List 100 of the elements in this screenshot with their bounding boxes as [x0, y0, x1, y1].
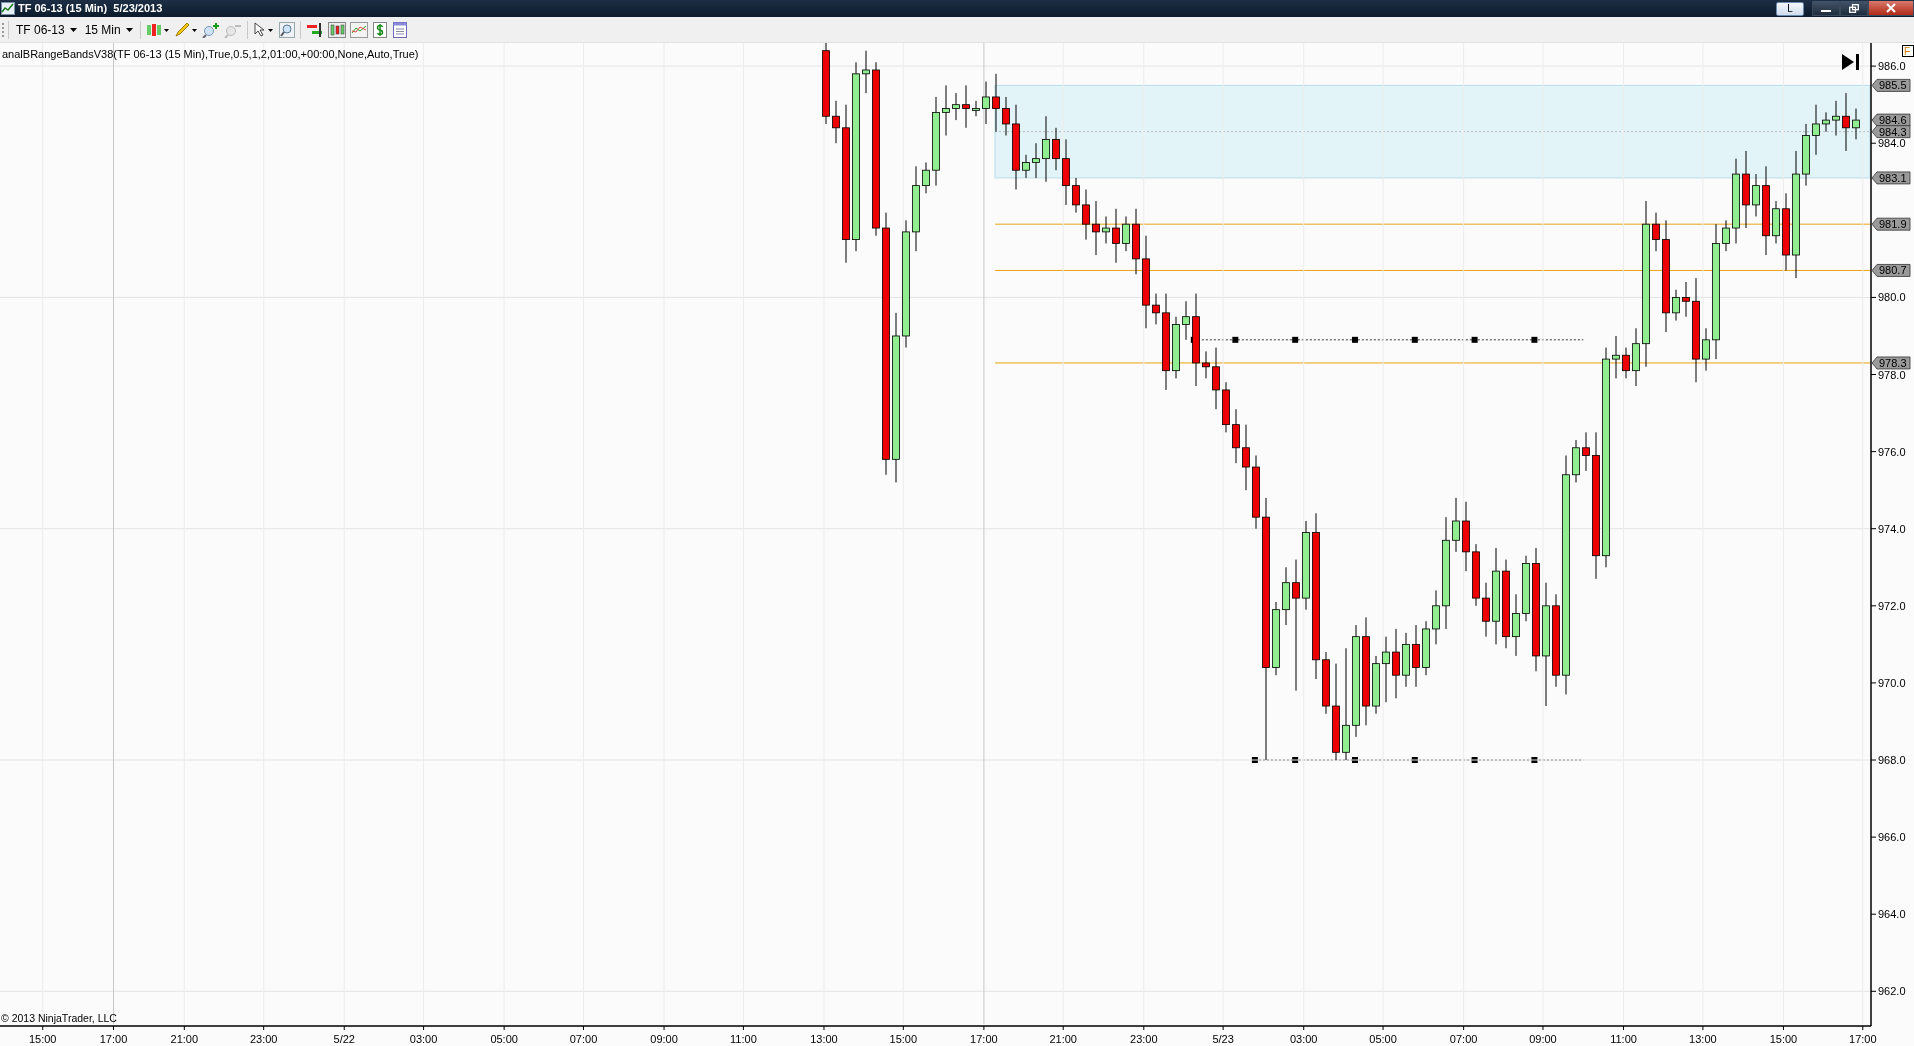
- candlestick: [1612, 335, 1620, 379]
- minimize-button[interactable]: [1812, 1, 1840, 16]
- candlestick: [1052, 127, 1060, 171]
- price-label: 986.0: [1878, 60, 1906, 73]
- price-label: 984.0: [1878, 137, 1906, 150]
- candlestick: [1672, 289, 1680, 322]
- price-label: 974.0: [1878, 522, 1906, 535]
- candlestick: [1042, 115, 1050, 183]
- price-label: 976.0: [1878, 445, 1906, 458]
- restore-icon: [1849, 3, 1859, 13]
- candlestick: [1112, 208, 1120, 264]
- candlestick: [1812, 104, 1820, 156]
- time-label: 05:00: [1369, 1033, 1397, 1045]
- candlestick: [862, 50, 870, 94]
- candlestick: [1002, 96, 1010, 137]
- instrument-dropdown[interactable]: TF 06-13: [12, 20, 81, 39]
- price-marker: 983.1: [1871, 171, 1911, 185]
- candlestick: [1482, 582, 1490, 638]
- time-label: 5/22: [333, 1033, 355, 1045]
- candlestick: [1702, 327, 1710, 372]
- time-label: 07:00: [569, 1033, 598, 1045]
- corner-label: F: [1902, 45, 1914, 57]
- time-label: 03:00: [1289, 1033, 1318, 1045]
- time-label: 17:00: [99, 1033, 128, 1045]
- candlestick: [1432, 589, 1440, 645]
- line-chart-button[interactable]: [347, 21, 370, 38]
- candlestick: [1622, 347, 1630, 379]
- time-label: 17:00: [1849, 1033, 1877, 1045]
- price-label: 970.0: [1878, 676, 1906, 689]
- price-label: 964.0: [1878, 908, 1906, 921]
- time-label: 23:00: [1130, 1033, 1158, 1045]
- price-label: 968.0: [1878, 754, 1906, 766]
- caret-icon: [125, 27, 133, 32]
- candlestick: [1092, 200, 1100, 256]
- candlestick: [1212, 347, 1220, 410]
- candlestick: [1582, 431, 1590, 472]
- candlestick: [1842, 92, 1850, 152]
- time-label: 15:00: [1769, 1033, 1798, 1045]
- time-label: 21:00: [1049, 1033, 1077, 1045]
- time-label: 09:00: [1529, 1033, 1557, 1045]
- candlestick: [1452, 497, 1460, 553]
- grip-icon: [2, 21, 5, 38]
- candlestick: [1512, 593, 1520, 657]
- candlestick: [1382, 636, 1390, 703]
- time-label: 23:00: [249, 1033, 278, 1045]
- candles-chart-button[interactable]: [325, 21, 348, 38]
- candlestick: [1652, 212, 1660, 252]
- close-icon: [1886, 3, 1896, 13]
- time-label: 13:00: [1689, 1033, 1717, 1045]
- price-marker: 984.3: [1871, 125, 1911, 139]
- interval-dropdown[interactable]: 15 Min: [80, 20, 137, 39]
- candlestick: [1752, 173, 1760, 217]
- price-marker: 984.6: [1871, 113, 1911, 127]
- time-label: 21:00: [170, 1033, 199, 1045]
- time-label: 11:00: [730, 1033, 757, 1045]
- price-marker: 980.7: [1871, 264, 1911, 277]
- candlestick: [1032, 142, 1040, 179]
- candlestick: [922, 162, 930, 194]
- candlestick: [1152, 293, 1160, 325]
- time-label: 05:00: [490, 1033, 518, 1045]
- indicator-label: analBRangeBandsV38(TF 06-13 (15 Min),True,0.5,1,2,01:00,+00:00,None,Auto,True): [2, 48, 419, 60]
- price-label: 980.0: [1878, 291, 1906, 304]
- copyright-text: © 2013 NinjaTrader, LLC: [1, 1012, 117, 1024]
- price-marker: 985.5: [1871, 79, 1911, 92]
- time-label: 15:00: [28, 1033, 57, 1045]
- price-marker: 978.3: [1871, 356, 1911, 370]
- time-label: 07:00: [1449, 1033, 1478, 1045]
- candlestick: [1392, 628, 1400, 699]
- minimize-icon: [1821, 10, 1831, 12]
- candlestick: [992, 73, 1000, 133]
- candlestick: [1022, 154, 1030, 179]
- restore-button[interactable]: [1840, 1, 1868, 16]
- time-label: 09:00: [650, 1033, 678, 1045]
- time-label: 03:00: [409, 1033, 438, 1045]
- price-label: 972.0: [1878, 599, 1906, 612]
- candlestick: [1722, 219, 1730, 252]
- candlestick: [952, 92, 960, 121]
- candlestick: [1202, 350, 1210, 379]
- candlestick: [1292, 559, 1300, 692]
- candlestick: [1082, 188, 1090, 241]
- candlestick: [1122, 215, 1130, 252]
- candlestick: [1242, 424, 1250, 491]
- close-button[interactable]: [1868, 1, 1914, 16]
- price-label: 966.0: [1878, 831, 1906, 844]
- link-button[interactable]: L: [1776, 1, 1804, 16]
- chart-app-icon: [1, 2, 15, 15]
- search-button[interactable]: [276, 21, 297, 38]
- window-title: TF 06-13 (15 Min) 5/23/2013: [17, 1, 163, 17]
- candlestick: [1832, 100, 1840, 137]
- candlestick: [1072, 177, 1080, 214]
- candlestick: [1852, 108, 1860, 140]
- caret-icon: [69, 27, 77, 32]
- skip-to-end-icon[interactable]: [1842, 54, 1859, 70]
- time-label: 17:00: [970, 1033, 998, 1045]
- candlestick: [982, 81, 990, 125]
- price-marker: 981.9: [1871, 217, 1911, 231]
- candlestick: [1412, 624, 1420, 688]
- time-label: 15:00: [889, 1033, 918, 1045]
- candlestick: [1232, 408, 1240, 464]
- candlestick: [1102, 215, 1110, 244]
